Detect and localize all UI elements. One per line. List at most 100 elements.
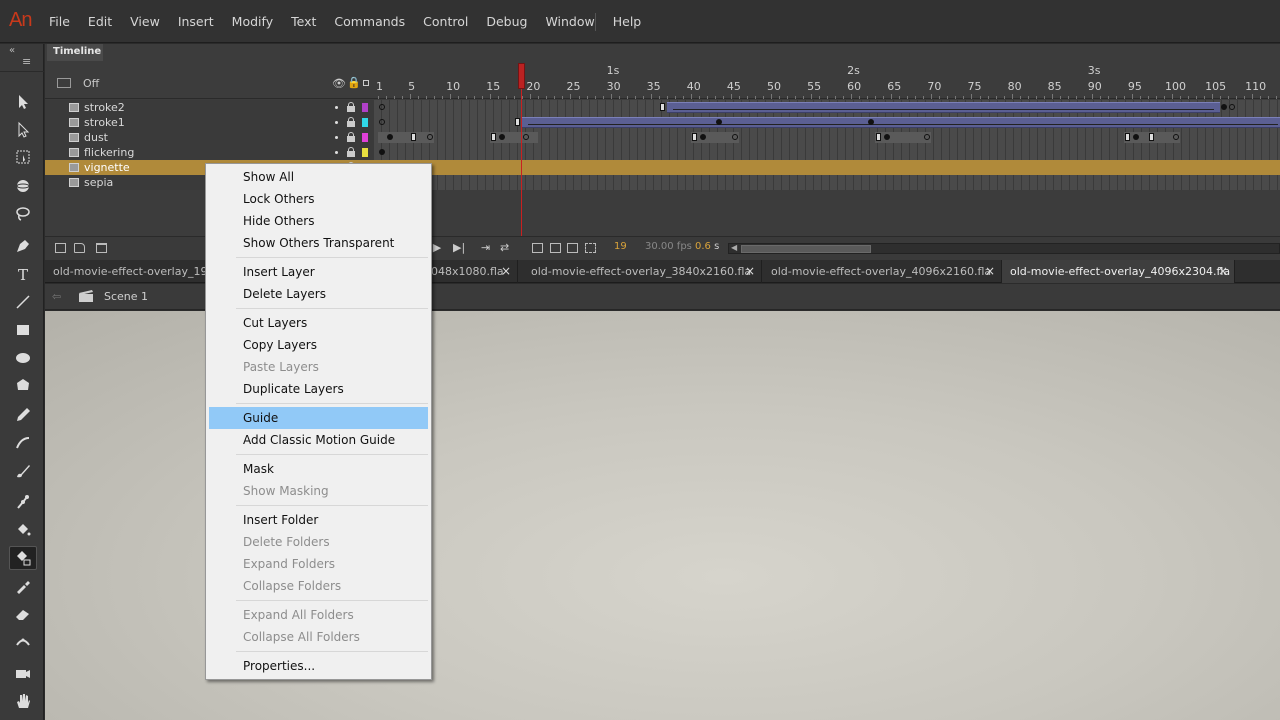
free-transform-tool-button[interactable]: [9, 145, 37, 169]
visibility-dot[interactable]: [335, 136, 338, 139]
menu-item-show-all[interactable]: Show All: [209, 166, 428, 188]
layer-name[interactable]: sepia: [84, 175, 113, 190]
menu-item-lock-others[interactable]: Lock Others: [209, 188, 428, 210]
playhead[interactable]: [518, 63, 525, 89]
collapse-panel-icon[interactable]: «: [9, 45, 15, 56]
delete-layer-icon[interactable]: [96, 243, 107, 253]
layer-row-flickering[interactable]: flickering: [45, 145, 1280, 160]
layer-name[interactable]: flickering: [84, 145, 134, 160]
lock-icon[interactable]: [347, 132, 355, 142]
eyedropper-tool-button[interactable]: [9, 574, 37, 598]
camera-tool-button[interactable]: [9, 661, 37, 685]
layer-name[interactable]: dust: [84, 130, 108, 145]
width-tool-button[interactable]: [9, 630, 37, 654]
line-tool-button[interactable]: [9, 290, 37, 314]
close-tab-icon[interactable]: ×: [985, 260, 995, 283]
onion-skin-toggle-icon[interactable]: [532, 243, 543, 253]
menu-item-show-others-transparent[interactable]: Show Others Transparent: [209, 232, 428, 254]
layer-header[interactable]: stroke2: [45, 100, 374, 115]
menu-modify[interactable]: Modify: [223, 0, 282, 43]
new-folder-icon[interactable]: [74, 243, 85, 253]
outline-color-swatch[interactable]: [362, 148, 368, 157]
frame-rate[interactable]: 30.00 fps: [645, 241, 692, 252]
lock-icon[interactable]: [347, 117, 355, 127]
pencil-tool-button[interactable]: [9, 403, 37, 427]
frame-ruler[interactable]: 1 5 10 15 20 25 30 35 40 45 50 55 60 65 70 75 80 85 90 95 10…: [374, 61, 1280, 99]
brush-tool-button[interactable]: [9, 431, 37, 455]
layer-name[interactable]: vignette: [84, 160, 130, 175]
eraser-tool-button[interactable]: [9, 602, 37, 626]
document-tab[interactable]: old-movie-effect-overlay_4096x2304.fla ×: [1002, 260, 1235, 283]
layer-row-stroke2[interactable]: stroke2: [45, 100, 1280, 115]
outline-color-swatch[interactable]: [362, 133, 368, 142]
paint-bucket-tool-button[interactable]: [9, 518, 37, 542]
visibility-dot[interactable]: [335, 151, 338, 154]
close-tab-icon[interactable]: ×: [501, 260, 511, 283]
current-frame[interactable]: 19: [614, 241, 627, 252]
menu-item-delete-layers[interactable]: Delete Layers: [209, 283, 428, 305]
rectangle-tool-button[interactable]: [9, 318, 37, 342]
layer-frames[interactable]: [374, 100, 1280, 115]
subselection-tool-button[interactable]: [9, 118, 37, 142]
layer-row-dust[interactable]: dust: [45, 130, 1280, 145]
pen-tool-button[interactable]: [9, 234, 37, 258]
layer-name[interactable]: stroke2: [84, 100, 125, 115]
close-tab-icon[interactable]: ×: [1218, 260, 1228, 283]
menu-item-guide[interactable]: Guide: [209, 407, 428, 429]
menu-insert[interactable]: Insert: [169, 0, 223, 43]
outline-color-swatch[interactable]: [362, 103, 368, 112]
layer-name[interactable]: stroke1: [84, 115, 125, 130]
layer-frames[interactable]: [374, 175, 1280, 190]
menu-item-mask[interactable]: Mask: [209, 458, 428, 480]
bone-tool-button[interactable]: [9, 490, 37, 514]
layer-frames[interactable]: [374, 130, 1280, 145]
back-arrow-icon[interactable]: ⇦: [52, 290, 61, 303]
selection-tool-button[interactable]: [9, 90, 37, 114]
outline-all-icon[interactable]: [363, 80, 369, 86]
edit-multiple-frames-icon[interactable]: [567, 243, 578, 253]
layer-frames[interactable]: [374, 160, 1280, 175]
loop-icon[interactable]: ⇥: [481, 241, 490, 254]
layer-header[interactable]: dust: [45, 130, 374, 145]
timeline-scrollbar[interactable]: ◀: [728, 243, 1280, 254]
hand-tool-button[interactable]: [9, 689, 37, 713]
show-hide-all-icon[interactable]: 👁: [332, 77, 346, 90]
visibility-dot[interactable]: [335, 106, 338, 109]
menu-item-insert-layer[interactable]: Insert Layer: [209, 261, 428, 283]
menu-item-cut-layers[interactable]: Cut Layers: [209, 312, 428, 334]
lasso-tool-button[interactable]: [9, 202, 37, 226]
layer-header[interactable]: flickering: [45, 145, 374, 160]
panel-menu-icon[interactable]: ≡: [22, 56, 31, 67]
scene-label[interactable]: Scene 1: [104, 290, 148, 303]
paint-brush-tool-button[interactable]: [9, 459, 37, 483]
outline-color-swatch[interactable]: [362, 118, 368, 127]
menu-help[interactable]: Help: [604, 0, 651, 43]
menu-commands[interactable]: Commands: [325, 0, 414, 43]
menu-item-properties[interactable]: Properties...: [209, 655, 428, 677]
onion-skin-icon[interactable]: [57, 78, 71, 88]
menu-item-add-classic-motion-guide[interactable]: Add Classic Motion Guide: [209, 429, 428, 451]
3d-rotation-tool-button[interactable]: [9, 174, 37, 198]
modify-markers-icon[interactable]: [585, 243, 596, 253]
document-tab[interactable]: old-movie-effect-overlay_192: [45, 260, 215, 283]
close-tab-icon[interactable]: ×: [745, 260, 755, 283]
oval-tool-button[interactable]: [9, 346, 37, 370]
menu-view[interactable]: View: [121, 0, 169, 43]
layer-header[interactable]: stroke1: [45, 115, 374, 130]
visibility-dot[interactable]: [335, 121, 338, 124]
menu-item-hide-others[interactable]: Hide Others: [209, 210, 428, 232]
document-tab[interactable]: 048x1080.fla ×: [423, 260, 518, 283]
layer-frames[interactable]: [374, 145, 1280, 160]
menu-file[interactable]: File: [40, 0, 79, 43]
lock-icon[interactable]: [347, 147, 355, 157]
menu-control[interactable]: Control: [414, 0, 477, 43]
menu-item-duplicate-layers[interactable]: Duplicate Layers: [209, 378, 428, 400]
menu-item-insert-folder[interactable]: Insert Folder: [209, 509, 428, 531]
menu-window[interactable]: Window: [536, 0, 603, 43]
onion-skin-label[interactable]: Off: [83, 77, 99, 90]
lock-all-icon[interactable]: 🔒: [347, 76, 361, 89]
menu-item-copy-layers[interactable]: Copy Layers: [209, 334, 428, 356]
scroll-left-icon[interactable]: ◀: [731, 243, 737, 252]
menu-debug[interactable]: Debug: [477, 0, 536, 43]
new-layer-icon[interactable]: [55, 243, 66, 253]
